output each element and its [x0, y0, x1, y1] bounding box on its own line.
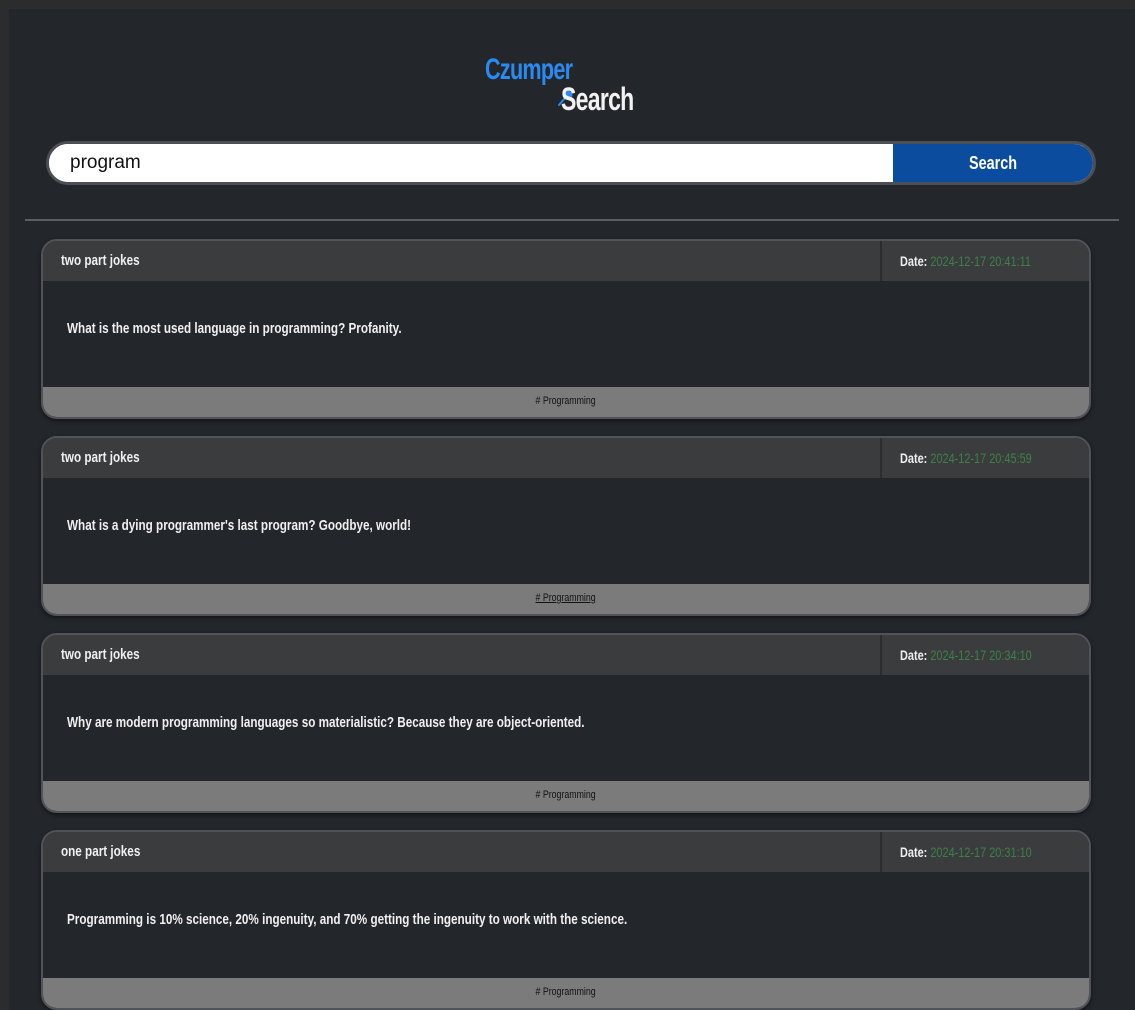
result-card[interactable]: two part jokes Date: 2024-12-17 20:41:11… [41, 239, 1091, 419]
result-card[interactable]: two part jokes Date: 2024-12-17 20:34:10… [41, 633, 1091, 813]
date-value: 2024-12-17 20:34:10 [930, 647, 1032, 663]
card-tag-link[interactable]: # Programming [536, 395, 596, 407]
logo-title-line1: Czumper [485, 53, 573, 86]
card-footer: # Programming [43, 387, 1089, 417]
card-date-box: Date: 2024-12-17 20:34:10 [880, 635, 1089, 675]
card-date: Date: 2024-12-17 20:41:11 [900, 253, 1031, 269]
card-text: Why are modern programming languages so … [67, 714, 585, 731]
card-header: two part jokes Date: 2024-12-17 20:41:11 [43, 241, 1089, 281]
card-tag-link[interactable]: # Programming [536, 592, 596, 604]
search-bar: Search [46, 141, 1096, 185]
card-date-box: Date: 2024-12-17 20:45:59 [880, 438, 1089, 478]
date-value: 2024-12-17 20:45:59 [930, 450, 1032, 466]
logo[interactable]: Czumper Search [485, 53, 665, 123]
card-tag-link[interactable]: # Programming [536, 789, 596, 801]
card-text: What is the most used language in progra… [67, 320, 402, 337]
card-date: Date: 2024-12-17 20:34:10 [900, 647, 1032, 663]
card-date: Date: 2024-12-17 20:45:59 [900, 450, 1032, 466]
card-header: two part jokes Date: 2024-12-17 20:45:59 [43, 438, 1089, 478]
card-category: two part jokes [61, 449, 140, 466]
date-value: 2024-12-17 20:31:10 [930, 844, 1032, 860]
card-footer: # Programming [43, 978, 1089, 1008]
result-card[interactable]: one part jokes Date: 2024-12-17 20:31:10… [41, 830, 1091, 1010]
card-date: Date: 2024-12-17 20:31:10 [900, 844, 1032, 860]
card-date-box: Date: 2024-12-17 20:41:11 [880, 241, 1089, 281]
card-footer: # Programming [43, 781, 1089, 811]
card-category: one part jokes [61, 843, 141, 860]
card-header: two part jokes Date: 2024-12-17 20:34:10 [43, 635, 1089, 675]
logo-title-line2: Search [561, 81, 634, 117]
search-button-label: Search [968, 152, 1018, 173]
date-label: Date: [900, 450, 928, 466]
page: Czumper Search Search two part jokes Dat… [9, 9, 1135, 1010]
date-label: Date: [900, 253, 928, 269]
card-footer: # Programming [43, 584, 1089, 614]
search-input[interactable] [49, 144, 893, 182]
card-category: two part jokes [61, 646, 140, 663]
search-button[interactable]: Search [893, 144, 1093, 182]
card-text: Programming is 10% science, 20% ingenuit… [67, 911, 628, 928]
card-date-box: Date: 2024-12-17 20:31:10 [880, 832, 1089, 872]
card-header: one part jokes Date: 2024-12-17 20:31:10 [43, 832, 1089, 872]
date-label: Date: [900, 844, 928, 860]
date-label: Date: [900, 647, 928, 663]
date-value: 2024-12-17 20:41:11 [930, 253, 1031, 269]
card-tag-link[interactable]: # Programming [536, 986, 596, 998]
card-category: two part jokes [61, 252, 140, 269]
results-list: two part jokes Date: 2024-12-17 20:41:11… [41, 239, 1091, 1010]
divider [25, 219, 1119, 221]
card-text: What is a dying programmer's last progra… [67, 517, 412, 534]
result-card[interactable]: two part jokes Date: 2024-12-17 20:45:59… [41, 436, 1091, 616]
